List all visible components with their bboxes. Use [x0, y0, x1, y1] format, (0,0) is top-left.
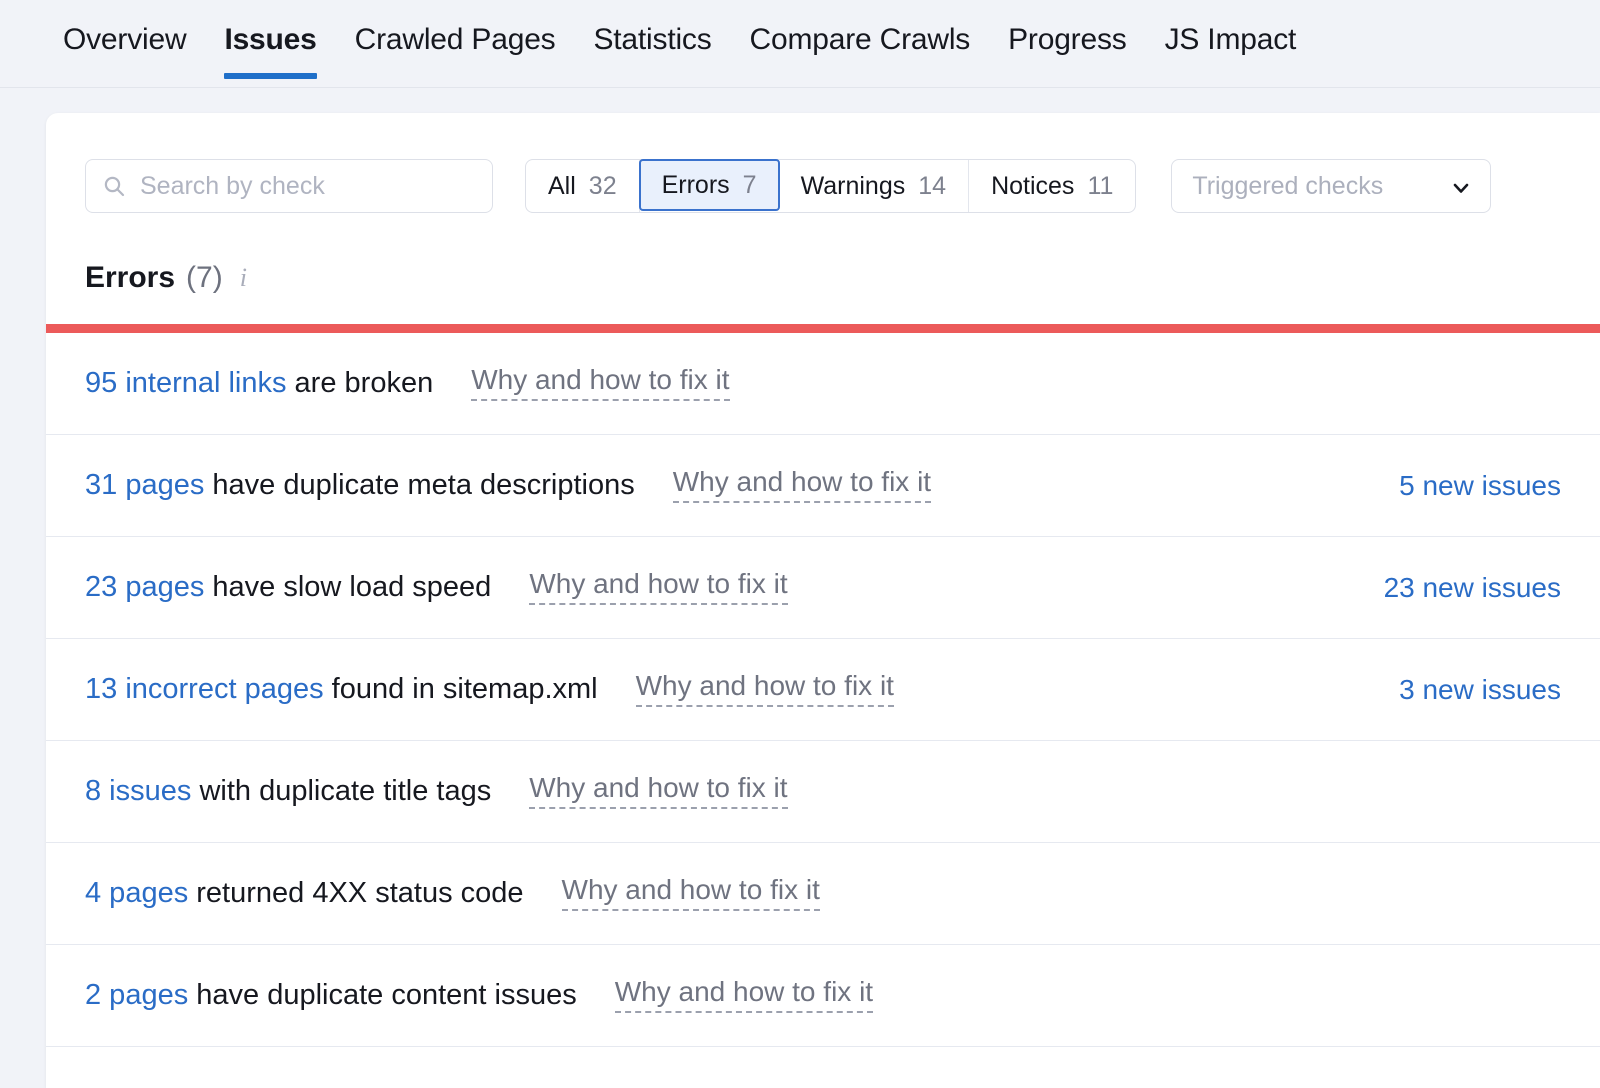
- tab-overview[interactable]: Overview: [44, 0, 205, 58]
- search-box[interactable]: [85, 159, 493, 213]
- filter-label: Notices: [991, 172, 1074, 201]
- issue-count-link[interactable]: 23 pages: [85, 571, 204, 603]
- issue-description-text: have duplicate meta descriptions: [204, 469, 634, 501]
- issue-description: 4 pages returned 4XX status code: [85, 877, 524, 910]
- tab-crawled-pages[interactable]: Crawled Pages: [336, 0, 575, 58]
- issue-row: 95 internal links are broken Why and how …: [46, 333, 1600, 435]
- tab-statistics[interactable]: Statistics: [574, 0, 730, 58]
- issue-description-text: have duplicate content issues: [188, 979, 577, 1011]
- why-and-how-to-fix-it-link[interactable]: Why and how to fix it: [562, 876, 820, 911]
- issue-count-link[interactable]: 2 pages: [85, 979, 188, 1011]
- issue-count-link[interactable]: 95 internal links: [85, 367, 287, 399]
- issue-count-link[interactable]: 8 issues: [85, 775, 191, 807]
- filter-count: 14: [918, 172, 946, 201]
- issue-row: 8 issues with duplicate title tags Why an…: [46, 741, 1600, 843]
- issue-row: 4 pages returned 4XX status code Why and …: [46, 843, 1600, 945]
- issue-row: 31 pages have duplicate meta description…: [46, 435, 1600, 537]
- severity-color-bar: [46, 324, 1600, 333]
- issue-description-text: are broken: [287, 367, 434, 399]
- issue-count-link[interactable]: 13 incorrect pages: [85, 673, 324, 705]
- new-issues-link[interactable]: 23 new issues: [1384, 572, 1561, 604]
- filter-toolbar: All 32 Errors 7 Warnings 14 Notices 11 Triggere…: [46, 113, 1600, 213]
- filter-warnings[interactable]: Warnings 14: [779, 160, 969, 212]
- filter-errors[interactable]: Errors 7: [639, 159, 780, 211]
- filter-count: 32: [589, 172, 617, 201]
- issue-row: 2 pages have duplicate content issues Why…: [46, 945, 1600, 1047]
- issue-description-text: with duplicate title tags: [191, 775, 491, 807]
- issue-description: 95 internal links are broken: [85, 367, 433, 400]
- filter-label: Errors: [662, 171, 730, 200]
- issue-description: 8 issues with duplicate title tags: [85, 775, 491, 808]
- why-and-how-to-fix-it-link[interactable]: Why and how to fix it: [529, 774, 787, 809]
- issues-card: All 32 Errors 7 Warnings 14 Notices 11 Triggere…: [46, 113, 1600, 1088]
- tab-js-impact[interactable]: JS Impact: [1146, 0, 1316, 58]
- new-issues-link[interactable]: 3 new issues: [1399, 674, 1561, 706]
- severity-filter-group: All 32 Errors 7 Warnings 14 Notices 11: [525, 159, 1136, 213]
- search-input[interactable]: [138, 171, 476, 202]
- issue-description-text: have slow load speed: [204, 571, 491, 603]
- triggered-checks-dropdown[interactable]: Triggered checks: [1171, 159, 1491, 213]
- why-and-how-to-fix-it-link[interactable]: Why and how to fix it: [529, 570, 787, 605]
- issue-description-text: found in sitemap.xml: [324, 673, 598, 705]
- why-and-how-to-fix-it-link[interactable]: Why and how to fix it: [673, 468, 931, 503]
- filter-count: 11: [1087, 172, 1113, 201]
- section-heading: Errors (7) i: [46, 213, 1600, 295]
- issue-description: 31 pages have duplicate meta description…: [85, 469, 635, 502]
- issue-description-text: returned 4XX status code: [188, 877, 523, 909]
- issue-row: 23 pages have slow load speed Why and how…: [46, 537, 1600, 639]
- issue-count-link[interactable]: 31 pages: [85, 469, 204, 501]
- issue-row: 13 incorrect pages found in sitemap.xml W…: [46, 639, 1600, 741]
- info-icon[interactable]: i: [240, 263, 247, 293]
- why-and-how-to-fix-it-link[interactable]: Why and how to fix it: [615, 978, 873, 1013]
- filter-notices[interactable]: Notices 11: [969, 160, 1135, 212]
- issue-description: 2 pages have duplicate content issues: [85, 979, 577, 1012]
- new-issues-link[interactable]: 5 new issues: [1399, 470, 1561, 502]
- main-tab-bar: OverviewIssuesCrawled PagesStatisticsCom…: [0, 0, 1600, 88]
- search-icon: [102, 174, 126, 198]
- tab-progress[interactable]: Progress: [989, 0, 1145, 58]
- section-count: (7): [186, 261, 223, 295]
- section-title: Errors: [85, 261, 175, 295]
- issue-description: 13 incorrect pages found in sitemap.xml: [85, 673, 598, 706]
- why-and-how-to-fix-it-link[interactable]: Why and how to fix it: [471, 366, 729, 401]
- chevron-down-icon: [1451, 176, 1471, 196]
- triggered-checks-label: Triggered checks: [1192, 172, 1383, 201]
- issue-description: 23 pages have slow load speed: [85, 571, 491, 604]
- filter-label: Warnings: [801, 172, 906, 201]
- filter-label: All: [548, 172, 576, 201]
- filter-all[interactable]: All 32: [526, 160, 640, 212]
- tab-compare-crawls[interactable]: Compare Crawls: [731, 0, 990, 58]
- why-and-how-to-fix-it-link[interactable]: Why and how to fix it: [636, 672, 894, 707]
- tab-issues[interactable]: Issues: [205, 0, 335, 58]
- issue-count-link[interactable]: 4 pages: [85, 877, 188, 909]
- filter-count: 7: [743, 171, 757, 200]
- issue-list: 95 internal links are broken Why and how …: [46, 333, 1600, 1047]
